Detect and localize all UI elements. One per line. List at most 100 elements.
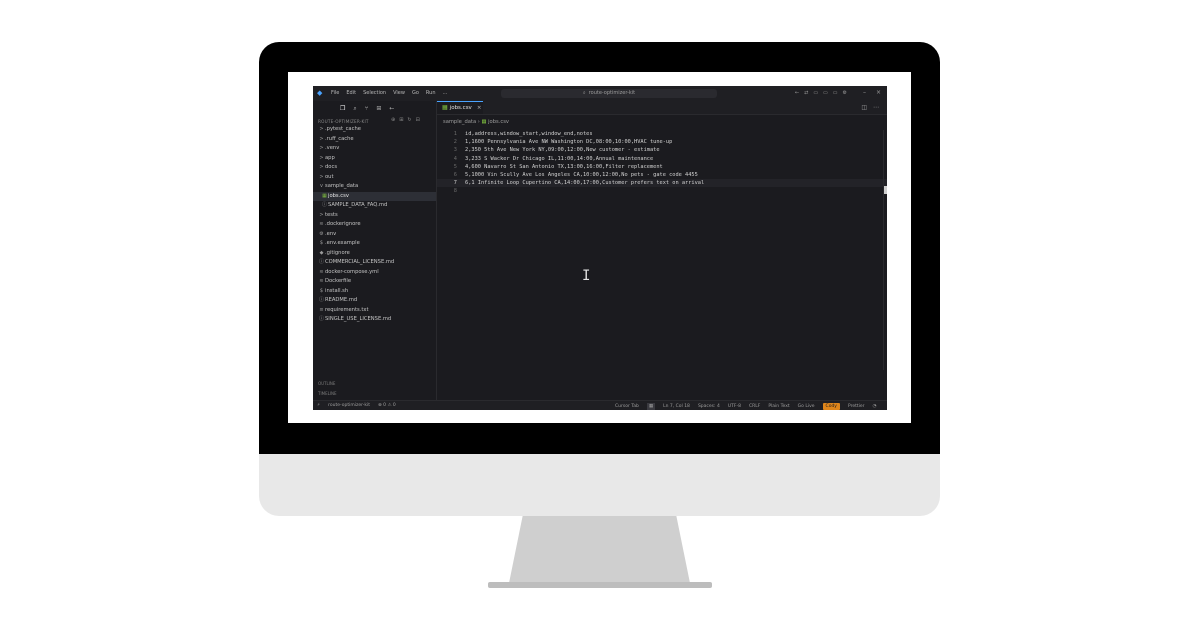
status-box-icon[interactable]: ▦ [646,402,656,410]
outline-section[interactable]: OUTLINE [318,381,335,386]
bell-icon[interactable]: ◔ [873,403,877,410]
status-go-live[interactable]: Go Live [798,403,815,410]
menu-more[interactable]: ... [443,90,448,96]
code-editor-window: ◆ File Edit Selection View Go Run ... ⌕ r… [313,86,887,410]
sidebar-toggle-icon[interactable]: ▭ [813,90,818,96]
refresh-icon[interactable]: ↻ [407,117,411,123]
search-icon[interactable]: ⌕ [353,105,356,113]
tree-item[interactable]: >docs [313,163,436,173]
menu-run[interactable]: Run [426,90,436,96]
text-cursor-icon: I [582,268,591,284]
code-line[interactable]: 1 id,address,window_start,window_end,note… [437,130,887,138]
breadcrumb: sample_data › ▦ jobs.csv [443,119,509,125]
status-eol[interactable]: CRLF [749,403,760,410]
tree-item[interactable]: >.ruff_cache [313,135,436,145]
tree-item[interactable]: ≋Dockerfile [313,277,436,287]
close-tab-icon[interactable]: × [477,105,482,111]
menu-view[interactable]: View [393,90,405,96]
code-line[interactable]: 5 4,600 Navarro St San Antonio TX,13:00,1… [437,163,887,171]
source-control-icon[interactable]: ⑂ [365,105,369,113]
tree-item[interactable]: >.venv [313,144,436,154]
new-file-icon[interactable]: ⊕ [391,117,395,123]
status-language[interactable]: Plain Text [768,403,789,410]
tree-item[interactable]: ⚙.env [313,230,436,240]
tree-item[interactable]: $ install.sh [313,287,436,297]
tree-item[interactable]: >tests [313,211,436,221]
tree-item-label: out [325,173,334,180]
code-line[interactable]: 3 2,350 5th Ave New York NY,09:00,12:00,N… [437,146,887,154]
status-prettier[interactable]: Prettier [848,403,865,410]
tree-item-icon: ⓘ [318,316,324,322]
menu-edit[interactable]: Edit [346,90,356,96]
files-icon[interactable]: ❐ [340,105,345,113]
tree-item[interactable]: ⓘCOMMERCIAL_LICENSE.md [313,258,436,268]
collapse-icon[interactable]: ⊟ [416,117,420,123]
tree-item[interactable]: >out [313,173,436,183]
status-cursor-tab[interactable]: Cursor Tab [615,403,639,410]
tree-item-icon: ≡ [319,306,324,313]
tree-item-label: docker-compose.yml [325,268,379,275]
remote-icon[interactable]: ⚡ [317,403,320,408]
menu-go[interactable]: Go [412,90,419,96]
line-text: id,address,window_start,window_end,notes [465,131,593,137]
tree-item[interactable]: v sample_data [313,182,436,192]
tree-item[interactable]: ⓘSINGLE_USE_LICENSE.md [313,315,436,325]
back-arrow-icon[interactable]: ← [389,105,394,113]
extensions-icon[interactable]: ⊞ [376,105,381,113]
tree-item[interactable]: >app [313,154,436,164]
tree-item[interactable]: ⓘSAMPLE_DATA_FAQ.md [313,201,436,211]
code-line[interactable]: 8 [437,187,887,195]
code-line[interactable]: 6 5,1000 Vin Scully Ave Los Angeles CA,10… [437,171,887,179]
code-view[interactable]: 1 id,address,window_start,window_end,note… [437,130,887,196]
code-line[interactable]: 2 1,1600 Pennsylvania Ave NW Washington D… [437,138,887,146]
settings-icon[interactable]: ⚙ [843,90,847,96]
tree-item[interactable]: >.pytest_cache [313,125,436,135]
line-number: 5 [453,163,457,170]
tree-item[interactable]: ▦jobs.csv [313,191,436,201]
panel-toggle-icon[interactable]: ▭ [823,90,828,96]
code-line[interactable]: 7 6,1 Infinite Loop Cupertino CA,14:00,17… [437,179,887,188]
status-branch[interactable]: route-optimizer-kit [328,403,370,408]
status-position[interactable]: Ln 7, Col 18 [663,403,690,410]
scrollbar-thumb[interactable] [884,186,887,194]
tree-item[interactable]: ◆ .gitignore [313,249,436,259]
back-icon[interactable]: ← [795,90,799,96]
tree-item[interactable]: ⓘREADME.md [313,296,436,306]
status-badge[interactable]: Cody [822,402,840,410]
tree-item[interactable]: ≋docker-compose.yml [313,268,436,278]
minimize-icon[interactable]: – [863,89,866,96]
line-number: 1 [453,131,457,137]
secondary-sidebar-icon[interactable]: ▭ [833,90,838,96]
tab-jobs-csv[interactable]: ▦ jobs.csv × [437,101,483,114]
status-spaces[interactable]: Spaces: 4 [698,403,720,410]
menu-selection[interactable]: Selection [363,90,386,96]
tree-item-icon: ▦ [322,192,327,199]
tree-item-icon: $ [319,287,324,294]
csv-file-icon: ▦ [481,119,487,125]
line-text: 3,233 S Wacker Dr Chicago IL,11:00,14:00… [465,155,654,162]
close-icon[interactable]: × [876,89,881,96]
menu-bar: File Edit Selection View Go Run ... [331,90,447,96]
sync-icon[interactable]: ⇄ [804,90,808,96]
timeline-section[interactable]: TIMELINE [318,391,337,396]
tree-item-icon: > [319,173,324,180]
tab-label: jobs.csv [449,105,472,111]
more-actions-icon[interactable]: ⋯ [873,104,879,111]
status-problems[interactable]: ⊗ 0 ⚠ 0 [378,403,396,408]
tree-item[interactable]: ≡requirements.txt [313,306,436,316]
monitor-stand [508,516,691,588]
split-editor-icon[interactable]: ◫ [861,104,867,111]
monitor-chin [259,454,940,516]
tree-item-label: .venv [325,145,340,151]
menu-file[interactable]: File [331,90,339,96]
code-line[interactable]: 4 3,233 S Wacker Dr Chicago IL,11:00,14:0… [437,155,887,163]
breadcrumb-folder[interactable]: sample_data [443,119,476,125]
breadcrumb-file[interactable]: jobs.csv [488,119,509,125]
tree-item[interactable]: ≋.dockerignore [313,220,436,230]
tree-item-icon: v [320,183,323,189]
tree-item[interactable]: $ .env.example [313,239,436,249]
explorer-actions: ⊕ ⊞ ↻ ⊟ [391,117,420,123]
status-encoding[interactable]: UTF-8 [728,403,741,410]
new-folder-icon[interactable]: ⊞ [399,117,403,123]
command-center[interactable]: ⌕ route-optimizer-kit [501,89,717,98]
